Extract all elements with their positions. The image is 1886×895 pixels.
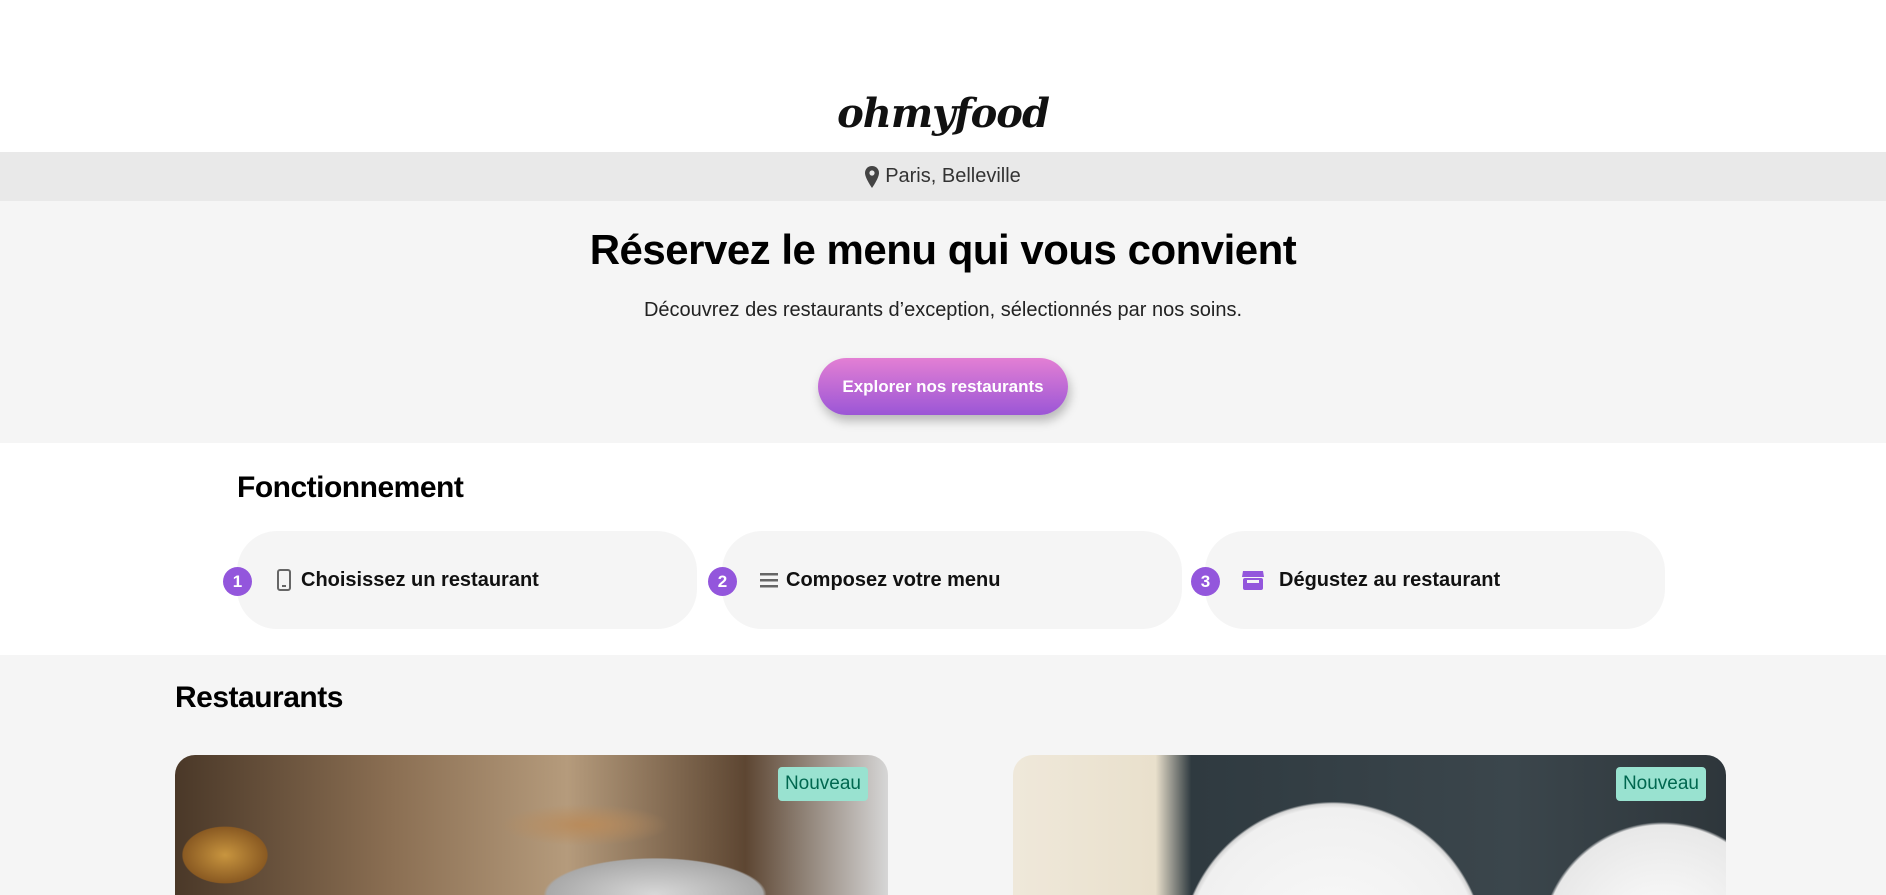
mobile-phone-icon (273, 569, 295, 591)
new-badge: Nouveau (777, 767, 868, 801)
step-card-2: 2 Composez votre menu (708, 531, 1182, 629)
restaurant-card[interactable]: Nouveau (1013, 755, 1726, 895)
step-label: Dégustez au restaurant (1279, 569, 1501, 591)
hero-subtitle: Découvrez des restaurants d’exception, s… (643, 299, 1243, 321)
restaurant-card[interactable]: Nouveau (175, 755, 888, 895)
step-number-badge: 2 (708, 567, 737, 596)
store-icon (1241, 569, 1265, 591)
how-it-works-title: Fonctionnement (237, 471, 464, 504)
restaurants-title: Restaurants (175, 681, 343, 714)
how-it-works-section: Fonctionnement 1 Choisissez un restauran… (0, 443, 1886, 655)
step-card-3: 3 Dégustez au restaurant (1191, 531, 1665, 629)
step-label: Composez votre menu (786, 569, 1001, 591)
explore-restaurants-button[interactable]: Explorer nos restaurants (818, 358, 1068, 415)
list-icon (758, 569, 780, 591)
step-card-1: 1 Choisissez un restaurant (223, 531, 697, 629)
step-number-badge: 1 (223, 567, 252, 596)
restaurants-section: Restaurants Nouveau Nouveau (0, 655, 1886, 895)
site-header: ohmyfood (0, 0, 1886, 152)
hero-title: Réservez le menu qui vous convient (589, 226, 1297, 273)
hero-section: Réservez le menu qui vous convient Décou… (0, 201, 1886, 443)
step-number-badge: 3 (1191, 567, 1220, 596)
location-label: Paris, Belleville (885, 165, 1021, 187)
ohmyfood-logo[interactable]: ohmyfood (0, 90, 1886, 137)
location-bar[interactable]: Paris, Belleville (0, 152, 1886, 201)
new-badge: Nouveau (1615, 767, 1706, 801)
step-label: Choisissez un restaurant (301, 569, 539, 591)
map-pin-icon (865, 165, 880, 188)
